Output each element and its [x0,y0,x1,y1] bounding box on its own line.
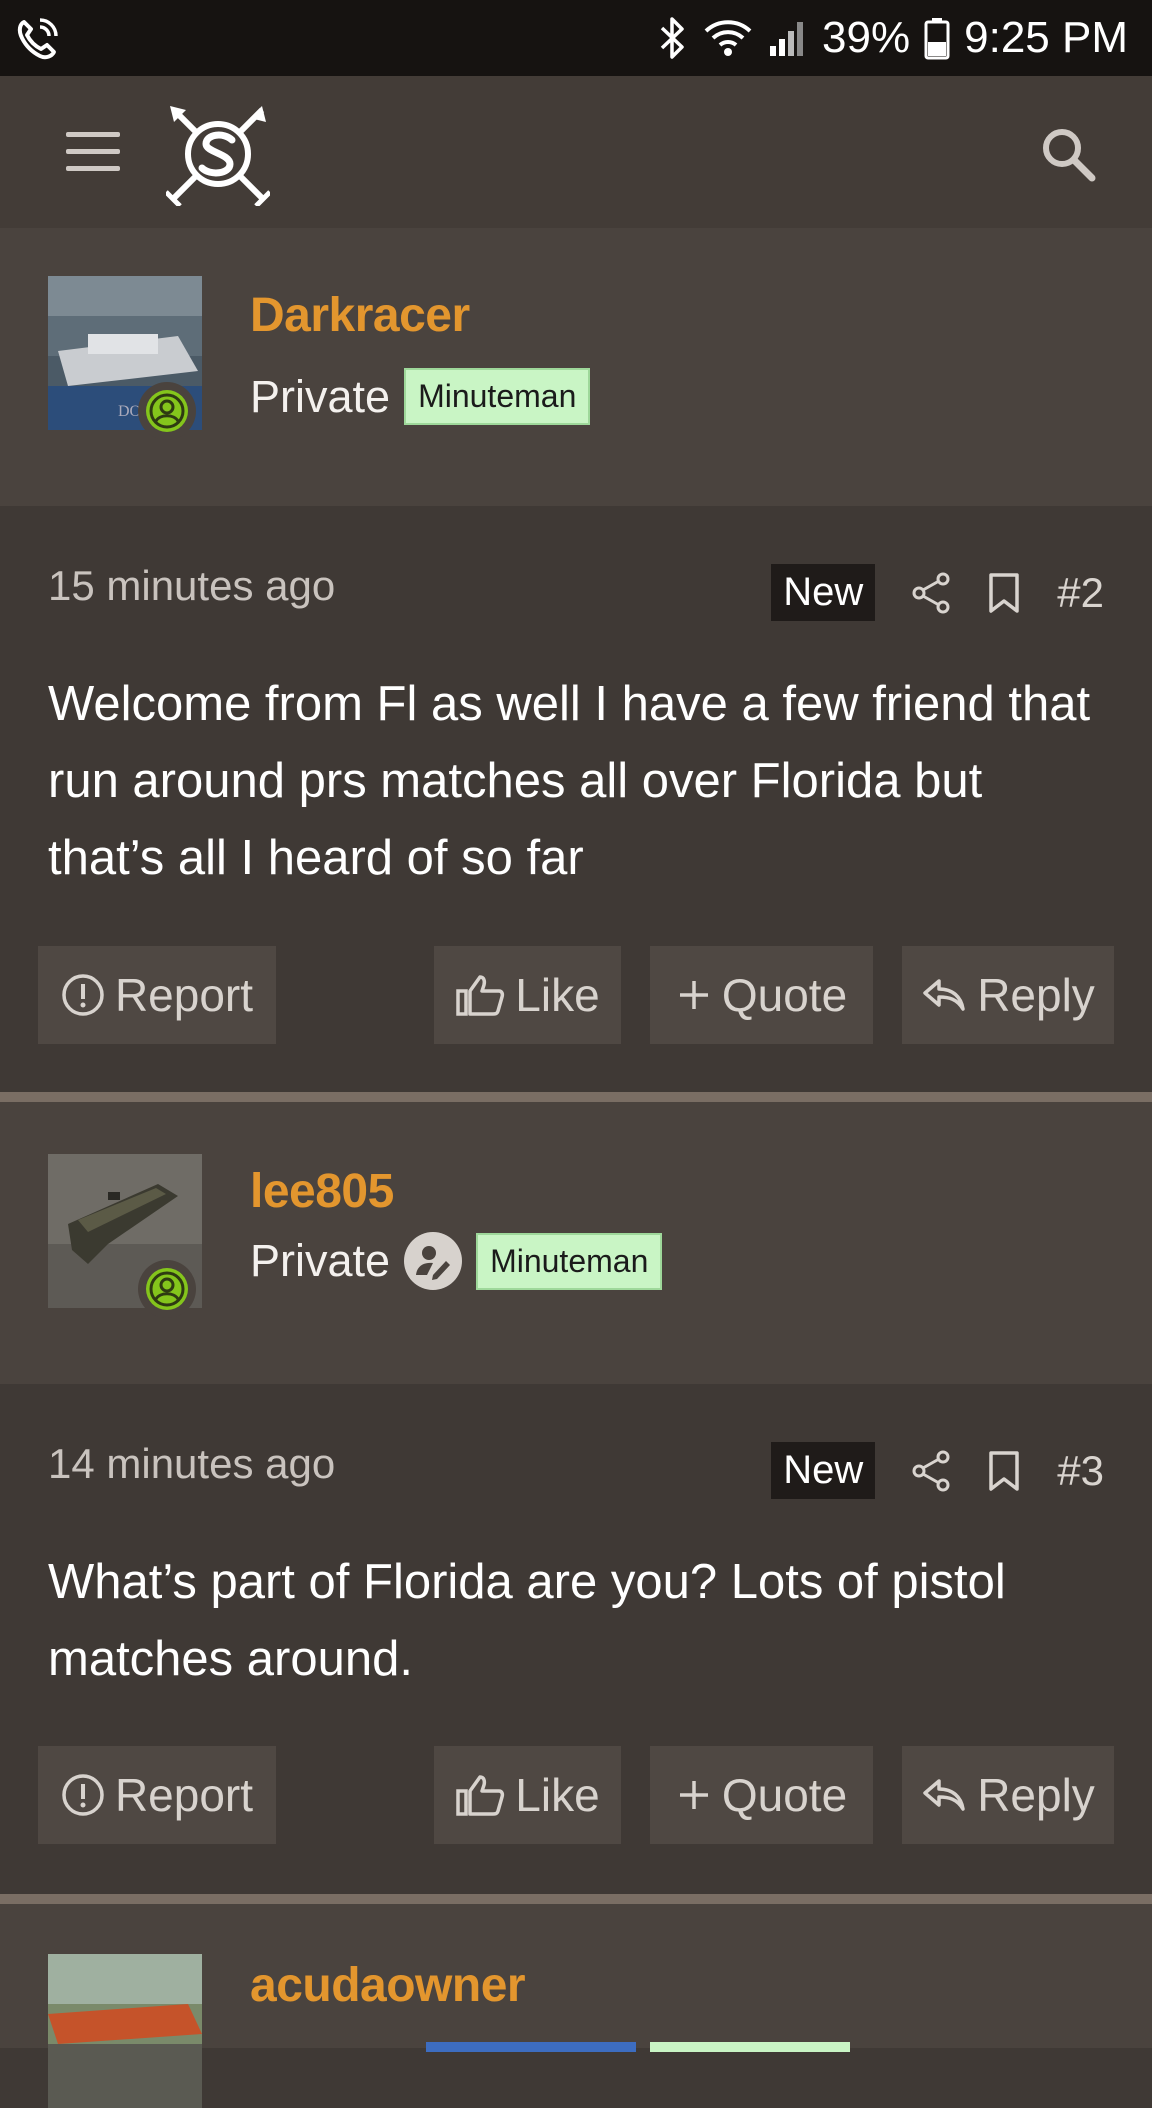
user-banner-partial [650,2042,850,2052]
reply-button[interactable]: Reply [902,946,1114,1044]
site-logo[interactable] [164,102,272,208]
bookmark-icon[interactable] [987,572,1021,614]
post-number[interactable]: #3 [1057,1447,1104,1495]
share-icon[interactable] [911,1450,951,1492]
like-button[interactable]: Like [434,1746,621,1844]
quote-label: Quote [721,969,848,1021]
user-title: Private [250,1235,391,1286]
status-bar: 39% 9:25 PM [0,0,1152,76]
post-text: What’s part of Florida are you? Lots of … [48,1555,1006,1686]
wifi-icon [702,17,754,59]
post-user-block: acudaowner [0,1904,1152,2108]
like-label: Like [515,1769,600,1821]
new-badge: New [771,1442,876,1499]
site-header [0,76,1152,228]
username[interactable]: Darkracer [250,288,470,343]
plus-icon [679,981,708,1009]
user-title: Private [250,370,391,422]
avatar[interactable]: DO [48,276,202,440]
reply-label: Reply [977,1769,1095,1821]
share-icon[interactable] [911,572,951,614]
bluetooth-icon [658,15,688,61]
quote-label: Quote [721,1769,848,1821]
post-body: 14 minutes ago New #3 What’s part of Flo… [0,1384,1152,1894]
post-time[interactable]: 15 minutes ago [48,562,335,610]
report-button[interactable]: Report [38,1746,276,1844]
plus-icon [679,1781,708,1809]
post-user-block: DO Darkracer Private Minuteman [0,228,1152,506]
like-button[interactable]: Like [434,946,621,1044]
post-divider [0,1092,1152,1102]
thumbs-up-icon [456,1775,505,1816]
bookmark-icon[interactable] [987,1450,1021,1492]
avatar[interactable] [48,1954,202,2108]
quote-button[interactable]: Quote [650,1746,873,1844]
search-icon[interactable] [1040,126,1096,182]
username[interactable]: lee805 [250,1164,394,1219]
online-status-icon [138,1260,196,1318]
avatar[interactable] [48,1154,202,1318]
post-user-block: lee805 Private Minuteman [0,1102,1152,1384]
report-button[interactable]: Report [38,946,276,1044]
wifi-call-icon [14,14,62,62]
post-number[interactable]: #2 [1057,569,1104,617]
user-banner-partial [426,2042,636,2052]
battery-percent: 39% [822,13,911,62]
post-divider [0,1894,1152,1904]
report-icon [62,1774,104,1816]
post-time[interactable]: 14 minutes ago [48,1440,335,1488]
report-label: Report [114,969,254,1021]
quote-button[interactable]: Quote [650,946,873,1044]
signal-icon [768,18,808,58]
user-banner: Minuteman [476,1232,663,1290]
username[interactable]: acudaowner [250,1958,526,2013]
thumbs-up-icon [456,975,505,1016]
like-label: Like [515,969,600,1021]
report-icon [62,974,104,1016]
reply-button[interactable]: Reply [902,1746,1114,1844]
post-body: 15 minutes ago New #2 Welcome from Fl as… [0,506,1152,1092]
online-status-icon [138,382,196,440]
user-banner: Minuteman [404,368,591,425]
battery-icon [924,16,950,60]
reply-icon [923,1779,965,1811]
post-text: Welcome from Fl as well I have a few fri… [48,677,1091,885]
reply-icon [923,979,965,1011]
reply-label: Reply [977,969,1095,1021]
new-badge: New [771,564,876,621]
hamburger-icon[interactable] [66,132,120,172]
report-label: Report [114,1769,254,1821]
clock: 9:25 PM [964,13,1128,62]
user-edit-icon [404,1232,463,1290]
